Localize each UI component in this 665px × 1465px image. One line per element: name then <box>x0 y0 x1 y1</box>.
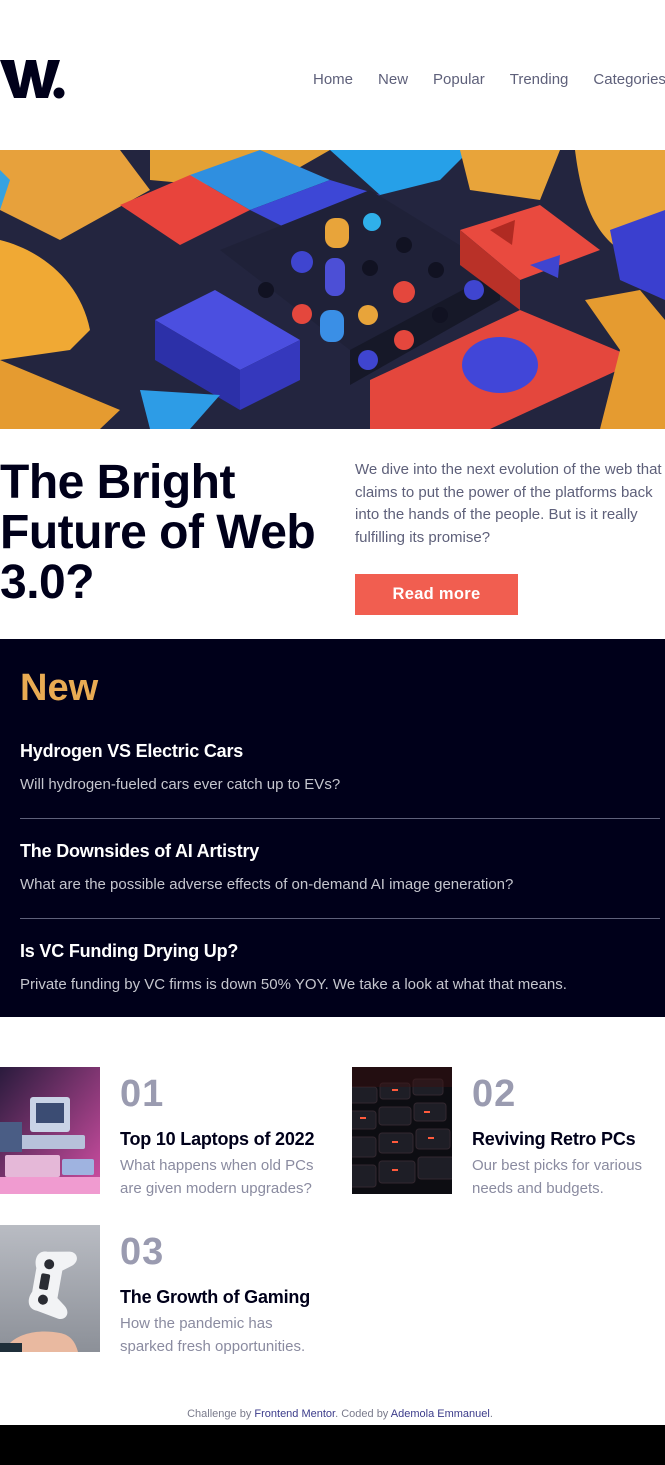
hero-image <box>0 150 665 429</box>
numbered-card: 02 Reviving Retro PCs Our best picks for… <box>352 1067 665 1197</box>
hero-description: We dive into the next evolution of the w… <box>355 461 662 546</box>
logo-icon <box>0 60 65 99</box>
divider <box>20 918 660 919</box>
nav-categories[interactable]: Categories <box>593 71 665 88</box>
card-description: Our best picks for various needs and bud… <box>472 1157 643 1197</box>
numbered-card: 01 Top 10 Laptops of 2022 What happens w… <box>0 1067 340 1197</box>
card-title[interactable]: The Growth of Gaming <box>120 1287 310 1308</box>
card-number: 03 <box>120 1231 165 1273</box>
new-item: Hydrogen VS Electric Cars Will hydrogen-… <box>20 741 660 793</box>
author-link[interactable]: Ademola Emmanuel <box>391 1408 490 1420</box>
bottom-bar <box>0 1425 665 1465</box>
card-title[interactable]: Reviving Retro PCs <box>472 1129 636 1150</box>
new-panel: New Hydrogen VS Electric Cars Will hydro… <box>0 639 665 1017</box>
new-item-title[interactable]: Is VC Funding Drying Up? <box>20 941 660 962</box>
new-item: Is VC Funding Drying Up? Private funding… <box>20 941 660 993</box>
card-number: 02 <box>472 1073 517 1115</box>
page: Home New Popular Trending Categories The… <box>0 0 665 1425</box>
card-description: How the pandemic has sparked fresh oppor… <box>120 1315 306 1355</box>
divider <box>20 818 660 819</box>
keyboard-thumbnail <box>352 1067 452 1194</box>
card-title[interactable]: Top 10 Laptops of 2022 <box>120 1129 315 1150</box>
frontend-mentor-link[interactable]: Frontend Mentor <box>254 1408 335 1420</box>
nav-new[interactable]: New <box>378 71 408 88</box>
nav-home[interactable]: Home <box>313 71 353 88</box>
new-item-description: What are the possible adverse effects of… <box>20 876 514 893</box>
card-number: 01 <box>120 1073 165 1115</box>
new-item-description: Will hydrogen-fueled cars ever catch up … <box>20 776 341 793</box>
attribution-suffix: . <box>489 1408 493 1420</box>
read-more-button[interactable]: Read more <box>355 574 518 615</box>
new-heading: New <box>20 667 99 709</box>
attribution-middle: . Coded by <box>335 1408 391 1420</box>
card-description: What happens when old PCs are given mode… <box>120 1157 314 1197</box>
new-item-description: Private funding by VC firms is down 50% … <box>20 976 567 993</box>
attribution-prefix: Challenge by <box>187 1408 255 1420</box>
gaming-controller-thumbnail <box>0 1225 100 1352</box>
numbered-card: 03 The Growth of Gaming How the pandemic… <box>0 1225 340 1355</box>
attribution: Challenge by Frontend Mentor. Coded by A… <box>0 1408 665 1420</box>
logo[interactable] <box>0 54 68 104</box>
hero-title: The Bright Future of Web 3.0? <box>0 456 316 609</box>
new-item: The Downsides of AI Artistry What are th… <box>20 841 660 893</box>
nav-popular[interactable]: Popular <box>433 71 485 88</box>
nav-trending[interactable]: Trending <box>510 71 569 88</box>
new-item-title[interactable]: The Downsides of AI Artistry <box>20 841 660 862</box>
new-item-title[interactable]: Hydrogen VS Electric Cars <box>20 741 660 762</box>
retro-pc-thumbnail <box>0 1067 100 1194</box>
main-nav: Home New Popular Trending Categories <box>313 71 665 88</box>
